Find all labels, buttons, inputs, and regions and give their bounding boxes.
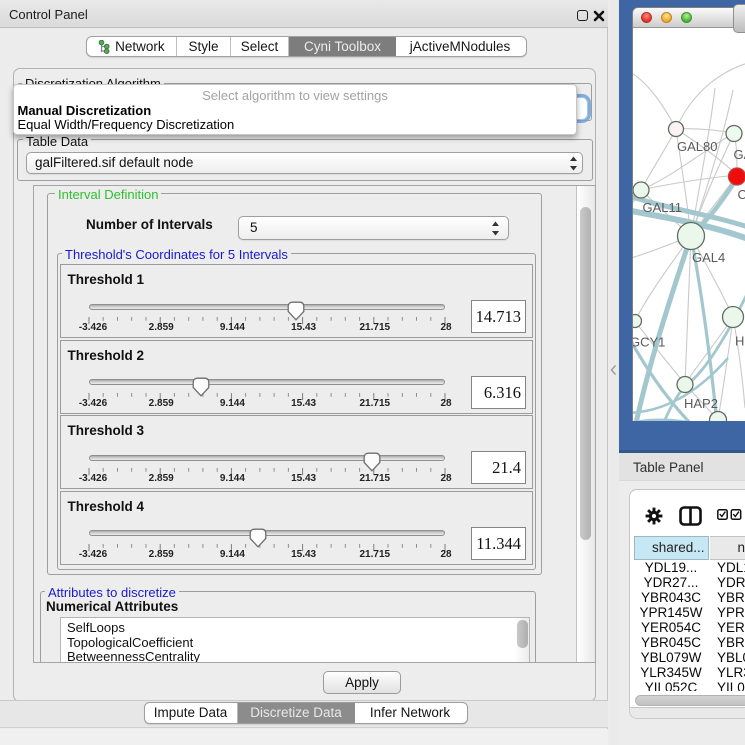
svg-text:HIS: HIS (735, 334, 745, 349)
svg-text:GCY1: GCY1 (633, 335, 665, 350)
svg-text:GAL...: GAL... (734, 147, 745, 162)
svg-text:HAP2: HAP2 (684, 396, 718, 411)
svg-text:GAL80: GAL80 (677, 139, 717, 154)
svg-text:C: C (738, 187, 745, 202)
svg-text:GAL11: GAL11 (643, 200, 683, 215)
svg-text:GAL4: GAL4 (692, 250, 725, 265)
